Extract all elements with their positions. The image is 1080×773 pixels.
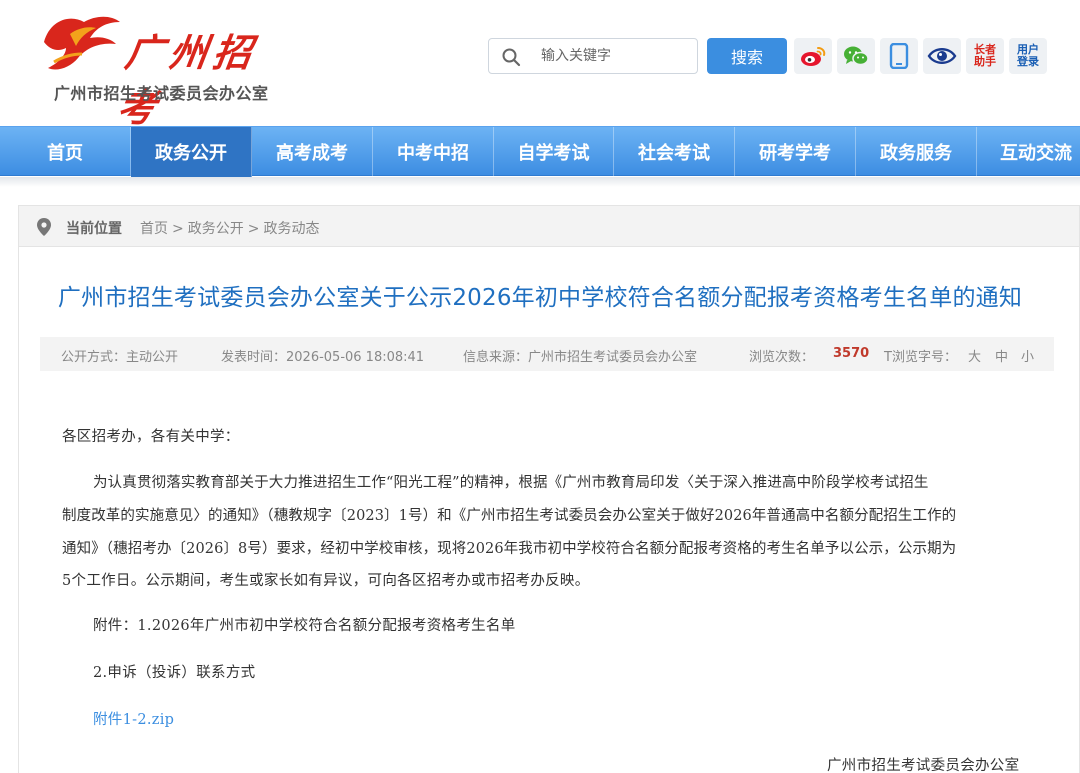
site-header: 广州招考 广州市招生考试委员会办公室 搜索 — [0, 0, 1080, 130]
breadcrumb-separator: > — [247, 221, 260, 237]
breadcrumb: 当前位置 首页 > 政务公开 > 政务动态 — [18, 205, 1080, 247]
logo-mark-icon — [44, 16, 120, 70]
attachment-download-link[interactable]: 附件1-2.zip — [93, 708, 174, 729]
logo-title: 广州招考 — [114, 30, 261, 130]
wechat-icon — [844, 46, 869, 66]
search-button[interactable]: 搜索 — [707, 38, 787, 74]
font-size-small[interactable]: 小 — [1021, 346, 1034, 365]
article-body-line: 制度改革的实施意见〉的通知》（穗教规字〔2023〕1号）和《广州市招生考试委员会… — [62, 508, 957, 524]
nav-item-government-affairs[interactable]: 政务公开 — [131, 127, 252, 177]
article-body-line: 为认真贯彻落实教育部关于大力推进招生工作“阳光工程”的精神，根据《广州市教育局印… — [93, 475, 929, 491]
mobile-button[interactable] — [880, 38, 918, 74]
nav-item-gaokao[interactable]: 高考成考 — [252, 127, 373, 177]
meta-disclosure: 公开方式：主动公开 — [61, 350, 179, 365]
weibo-icon — [801, 47, 826, 66]
article-salutation: 各区招考办，各有关中学： — [62, 429, 240, 445]
nav-item-self-study[interactable]: 自学考试 — [494, 127, 614, 177]
nav-item-interaction[interactable]: 互动交流 — [977, 127, 1080, 177]
mobile-icon — [889, 43, 909, 69]
font-size-medium[interactable]: 中 — [995, 346, 1008, 365]
meta-views-label: 浏览次数： — [749, 350, 815, 365]
article-signature: 广州市招生考试委员会办公室 — [827, 758, 1020, 773]
user-login-button[interactable]: 用户 登录 — [1009, 38, 1047, 74]
nav-item-zhongkao[interactable]: 中考中招 — [373, 127, 494, 177]
attachment-line-1: 附件：1.2026年广州市初中学校符合名额分配报考资格考生名单 — [93, 618, 516, 634]
meta-source: 信息来源：广州市招生考试委员会办公室 — [463, 350, 698, 365]
breadcrumb-government-affairs[interactable]: 政务公开 — [188, 221, 244, 237]
article-body-line: 通知》（穗招考办〔2026〕8号）要求，经初中学校审核，现将2026年我市初中学… — [62, 541, 957, 557]
elder-assistant-button[interactable]: 长者 助手 — [966, 38, 1004, 74]
breadcrumb-separator: > — [172, 221, 184, 237]
main-nav: 首页 政务公开 高考成考 中考中招 自学考试 社会考试 研考学考 政务服务 互动… — [0, 126, 1080, 177]
nav-item-social-exam[interactable]: 社会考试 — [614, 127, 735, 177]
breadcrumb-path: 首页 > 政务公开 > 政务动态 — [140, 218, 319, 238]
article-meta: 公开方式：主动公开 发表时间：2026-05-06 18:08:41 信息来源：… — [40, 337, 1054, 371]
eye-icon — [927, 48, 957, 64]
accessibility-button[interactable] — [923, 38, 961, 74]
wechat-button[interactable] — [837, 38, 875, 74]
weibo-button[interactable] — [794, 38, 832, 74]
elder-assistant-label-2: 助手 — [974, 55, 996, 68]
attachment-line-2: 2.申诉（投诉）联系方式 — [93, 665, 256, 681]
logo-subtitle: 广州市招生考试委员会办公室 — [54, 84, 269, 103]
user-login-label-2: 登录 — [1017, 55, 1039, 68]
meta-views-count: 3570 — [833, 346, 870, 361]
nav-item-services[interactable]: 政务服务 — [856, 127, 977, 177]
breadcrumb-news[interactable]: 政务动态 — [263, 221, 319, 237]
meta-published: 发表时间：2026-05-06 18:08:41 — [221, 350, 425, 365]
font-size-large[interactable]: 大 — [968, 346, 981, 365]
article-body-line: 5个工作日。公示期间，考生或家长如有异议，可向各区招考办或市招考办反映。 — [62, 573, 590, 589]
site-logo[interactable]: 广州招考 广州市招生考试委员会办公室 — [40, 10, 280, 130]
nav-item-home[interactable]: 首页 — [0, 127, 131, 177]
search-box — [488, 38, 698, 74]
breadcrumb-label: 当前位置 — [66, 221, 122, 237]
breadcrumb-home[interactable]: 首页 — [140, 221, 168, 237]
meta-font-size-label: T浏览字号： — [884, 350, 957, 365]
article-title: 广州市招生考试委员会办公室关于公示2026年初中学校符合名额分配报考资格考生名单… — [57, 285, 1023, 311]
nav-shadow — [0, 177, 1080, 187]
location-pin-icon — [37, 218, 51, 236]
search-icon — [502, 48, 521, 67]
nav-item-postgraduate[interactable]: 研考学考 — [735, 127, 856, 177]
search-input[interactable] — [541, 39, 691, 73]
